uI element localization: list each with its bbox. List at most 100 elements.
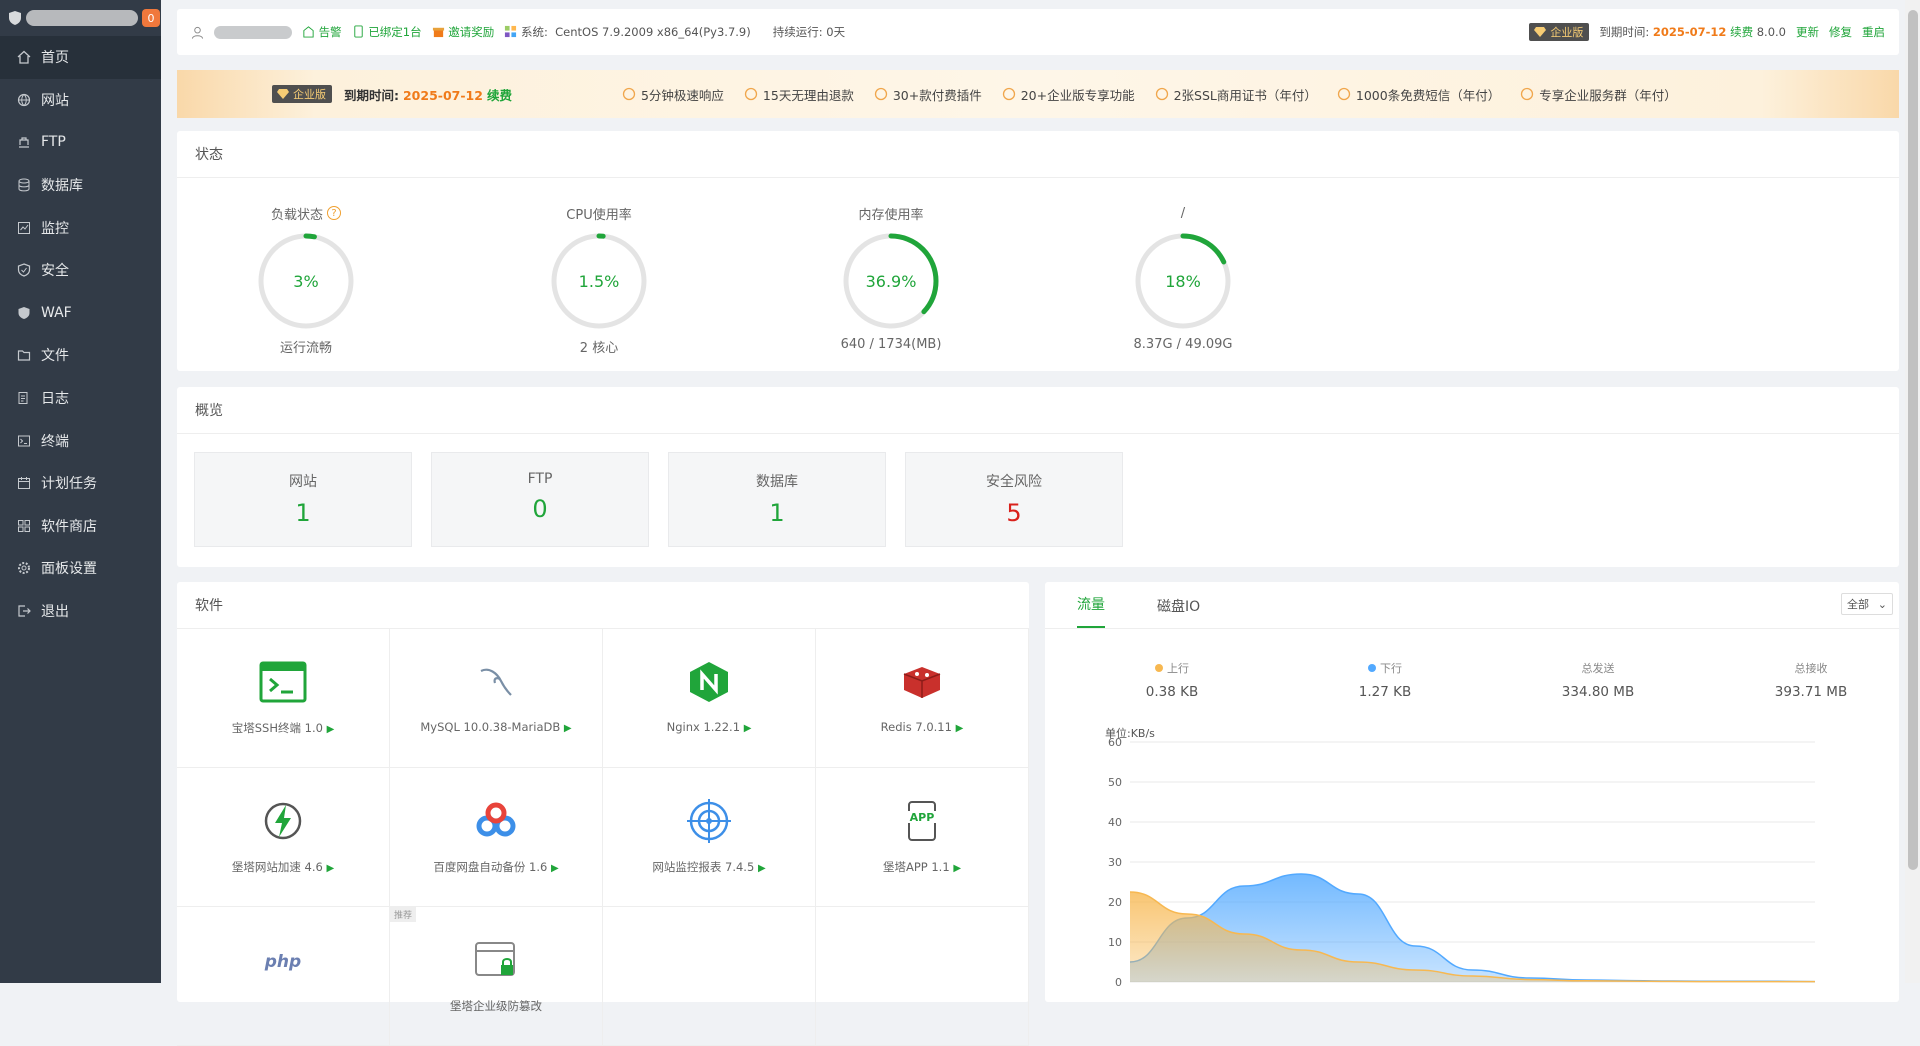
overview-security-risk[interactable]: 安全风险 5 <box>905 452 1123 547</box>
traffic-stat: 总发送 334.80 MB <box>1561 662 1635 700</box>
sidebar-item-label: WAF <box>41 304 72 321</box>
overview-value: 1 <box>295 499 311 527</box>
banner-feature: 20+企业版专享功能 <box>1002 85 1135 104</box>
software-item[interactable]: Nginx 1.22.1 ▶ <box>603 629 816 768</box>
software-item[interactable]: 推荐 堡塔企业级防篡改 <box>390 907 603 1046</box>
gauge-label: 内存使用率 <box>858 207 924 223</box>
tamper-proof-icon <box>475 942 515 976</box>
globe-icon <box>17 93 31 107</box>
overview-ftp[interactable]: FTP 0 <box>431 452 649 547</box>
overview-databases[interactable]: 数据库 1 <box>668 452 886 547</box>
banner-feature: 15天无理由退款 <box>744 85 854 104</box>
interface-select[interactable]: 全部 ⌄ <box>1841 593 1893 615</box>
notification-badge[interactable]: 0 <box>142 9 160 27</box>
status-title: 状态 <box>177 131 1899 178</box>
play-icon[interactable]: ▶ <box>551 863 559 874</box>
overview-title: 概览 <box>177 387 1899 434</box>
gauge-label: 负载状态 <box>270 207 323 223</box>
sidebar-item-terminal[interactable]: 终端 <box>0 419 161 462</box>
software-item[interactable]: 百度网盘自动备份 1.6 ▶ <box>390 768 603 907</box>
ssh-terminal-icon <box>259 661 307 703</box>
software-item[interactable]: 网站监控报表 7.4.5 ▶ <box>603 768 816 907</box>
gauge-label: / <box>1180 205 1186 221</box>
bound-link[interactable]: 已绑定1台 <box>352 24 422 40</box>
site-accelerate-icon <box>264 802 302 840</box>
sidebar-item-folder[interactable]: 文件 <box>0 334 161 377</box>
scrollbar-thumb[interactable] <box>1908 10 1918 870</box>
play-icon[interactable]: ▶ <box>327 724 335 735</box>
sidebar-item-home[interactable]: 首页 <box>0 36 161 79</box>
sidebar-item-monitor[interactable]: 监控 <box>0 206 161 249</box>
log-icon <box>18 392 28 405</box>
play-icon[interactable]: ▶ <box>953 863 961 874</box>
y-tick-label: 50 <box>1108 776 1122 789</box>
sidebar-item-gear[interactable]: 面板设置 <box>0 547 161 590</box>
gauge-1[interactable]: CPU使用率 1.5% 2 核心 <box>524 203 674 356</box>
software-item[interactable]: MySQL 10.0.38-MariaDB ▶ <box>390 629 603 768</box>
sidebar-item-logout[interactable]: 退出 <box>0 590 161 633</box>
plugin-icon <box>874 87 887 101</box>
user-icon[interactable] <box>191 26 204 39</box>
play-icon[interactable]: ▶ <box>956 723 964 734</box>
gauge-2[interactable]: 内存使用率 36.9% 640 / 1734(MB) <box>816 203 966 353</box>
play-icon[interactable]: ▶ <box>758 863 766 874</box>
feature-list: 5分钟极速响应 15天无理由退款 30+款付费插件 20+企业版专享功能 2张SSL商用… <box>622 85 1677 104</box>
sms-icon <box>1337 87 1351 101</box>
sidebar-item-label: 网站 <box>41 92 69 109</box>
banner-feature: 专享企业服务群（年付） <box>1520 85 1677 104</box>
help-icon[interactable]: ? <box>327 206 341 220</box>
play-icon[interactable]: ▶ <box>564 723 572 734</box>
gauge-0[interactable]: 负载状态? 3% 运行流畅 <box>231 203 381 356</box>
page-scrollbar[interactable] <box>1905 0 1920 983</box>
overview-value: 0 <box>532 495 548 523</box>
play-icon[interactable]: ▶ <box>326 863 334 874</box>
traffic-tabs: 流量 磁盘IO <box>1045 582 1899 629</box>
repair-link[interactable]: 修复 <box>1829 24 1852 40</box>
tab-disk-io[interactable]: 磁盘IO <box>1157 596 1200 628</box>
software-item[interactable]: php <box>177 907 390 1046</box>
top-status-bar: 告警 已绑定1台 邀请奖励 系统: CentOS 7.9.2009 x86_64… <box>177 9 1899 55</box>
clock-icon <box>622 87 636 101</box>
software-item[interactable]: 堡塔网站加速 4.6 ▶ <box>177 768 390 907</box>
sidebar-item-apps[interactable]: 软件商店 <box>0 505 161 548</box>
sidebar-item-log[interactable]: 日志 <box>0 377 161 420</box>
sidebar-item-database[interactable]: 数据库 <box>0 164 161 207</box>
gear-icon <box>18 562 30 575</box>
gauge-sub: 运行流畅 <box>279 341 332 356</box>
banner-renew-link[interactable]: 续费 <box>487 88 512 103</box>
tab-traffic[interactable]: 流量 <box>1077 594 1105 628</box>
waf-icon <box>18 306 30 319</box>
sidebar-item-shield[interactable]: 安全 <box>0 249 161 292</box>
baidu-netdisk-icon <box>476 802 516 837</box>
sidebar-item-calendar[interactable]: 计划任务 <box>0 462 161 505</box>
sidebar-item-globe[interactable]: 网站 <box>0 79 161 122</box>
renew-link[interactable]: 续费 <box>1730 25 1753 39</box>
software-item[interactable]: Redis 7.0.11 ▶ <box>816 629 1029 768</box>
overview-sites[interactable]: 网站 1 <box>194 452 412 547</box>
server-name-redacted[interactable] <box>26 10 138 26</box>
software-item[interactable]: APP 堡塔APP 1.1 ▶ <box>816 768 1029 907</box>
invite-link[interactable]: 邀请奖励 <box>432 24 494 40</box>
sidebar: 0 首页网站 FTP 数据库 监控 安全 WAF 文件 日志 终端 计划任务 软件商店 面板设置 退出 <box>0 0 161 983</box>
sidebar-item-ftp[interactable]: FTP <box>0 121 161 164</box>
overview-label: 安全风险 <box>986 474 1042 490</box>
username-redacted[interactable] <box>214 25 292 39</box>
sidebar-item-waf[interactable]: WAF <box>0 292 161 335</box>
legend-dot <box>1368 664 1376 672</box>
play-icon[interactable]: ▶ <box>744 723 752 734</box>
alarm-link[interactable]: 告警 <box>302 24 342 40</box>
ssl-icon <box>1155 87 1168 101</box>
software-item[interactable]: 宝塔SSH终端 1.0 ▶ <box>177 629 390 768</box>
diamond-icon <box>277 89 289 99</box>
app-icon: APP <box>904 801 940 841</box>
update-link[interactable]: 更新 <box>1796 24 1819 40</box>
software-name: MySQL 10.0.38-MariaDB ▶ <box>420 720 572 734</box>
overview-label: FTP <box>527 471 553 487</box>
restart-link[interactable]: 重启 <box>1862 24 1885 40</box>
y-tick-label: 40 <box>1108 816 1122 829</box>
gift-icon <box>432 27 444 38</box>
enterprise-banner: 企业版 到期时间: 2025-07-12 续费 5分钟极速响应 15天无理由退款 3… <box>177 70 1899 118</box>
overview-label: 数据库 <box>756 474 798 490</box>
gauge-3[interactable]: / 18% 8.37G / 49.09G <box>1108 203 1258 353</box>
gauge-sub: 640 / 1734(MB) <box>840 337 942 352</box>
